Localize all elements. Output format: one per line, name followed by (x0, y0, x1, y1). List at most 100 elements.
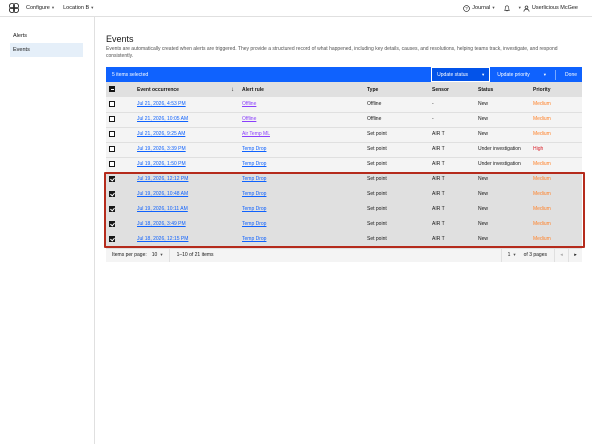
rule-link[interactable]: Temp Drop (242, 191, 266, 197)
sidebar-item-alerts[interactable]: Alerts (10, 29, 83, 43)
rule-link[interactable]: Offline (242, 101, 256, 107)
sensor-cell: - (429, 112, 475, 128)
selected-count: 5 items selected (112, 71, 149, 78)
header-rule[interactable]: Alert rule (239, 82, 364, 97)
next-page-button[interactable]: ▸ (568, 248, 582, 262)
row-checkbox-cell[interactable] (106, 232, 134, 248)
row-checkbox[interactable] (109, 236, 115, 243)
configure-menu[interactable]: Configure ▾ (26, 5, 54, 11)
row-checkbox-cell[interactable] (106, 112, 134, 128)
occurrence-link[interactable]: Jul 19, 2026, 1:50 PM (137, 161, 186, 167)
done-button[interactable]: Done (560, 67, 582, 82)
table-row[interactable]: Jul 19, 2026, 3:39 PM Temp Drop Set point A… (106, 142, 582, 158)
priority-cell: Medium (530, 97, 582, 113)
row-checkbox[interactable] (109, 191, 115, 198)
table-row[interactable]: Jul 19, 2026, 10:11 AM Temp Drop Set point… (106, 202, 582, 218)
rule-link[interactable]: Temp Drop (242, 146, 266, 152)
rule-link[interactable]: Temp Drop (242, 221, 266, 227)
row-checkbox-cell[interactable] (106, 202, 134, 218)
row-checkbox[interactable] (109, 161, 115, 168)
occurrence-link[interactable]: Jul 19, 2026, 10:11 AM (137, 206, 188, 212)
row-checkbox-cell[interactable] (106, 217, 134, 233)
rule-link[interactable]: Temp Drop (242, 161, 266, 167)
row-checkbox-cell[interactable] (106, 187, 134, 203)
top-right-actions: ? Journal ▾ ▾ Userlicious McGee (454, 4, 578, 12)
priority-cell: High (530, 142, 582, 158)
status-cell: New (475, 217, 530, 233)
status-cell: New (475, 202, 530, 218)
row-checkbox-cell[interactable] (106, 157, 134, 173)
sensor-cell: AIR T (429, 232, 475, 248)
row-checkbox-cell[interactable] (106, 172, 134, 188)
update-status-button[interactable]: Update status ▾ (431, 67, 491, 82)
sensor-cell: AIR T (429, 172, 475, 188)
rule-link[interactable]: Offline (242, 116, 256, 122)
header-sensor[interactable]: Sensor (429, 82, 475, 97)
row-checkbox[interactable] (109, 176, 115, 183)
table-row[interactable]: Jul 19, 2026, 1:50 PM Temp Drop Set point A… (106, 157, 582, 173)
update-priority-button[interactable]: Update priority ▾ (492, 67, 551, 82)
header-status[interactable]: Status (475, 82, 530, 97)
bell-icon (503, 5, 510, 11)
occurrence-link[interactable]: Jul 21, 2026, 10:05 AM (137, 116, 188, 122)
select-all-cell[interactable] (106, 82, 134, 97)
header-type[interactable]: Type (364, 82, 429, 97)
chevron-down-icon: ▾ (160, 252, 163, 257)
occurrence-link[interactable]: Jul 18, 2026, 12:15 PM (137, 236, 188, 242)
rule-link[interactable]: Temp Drop (242, 176, 266, 182)
sort-arrow-down-icon[interactable]: ↓ (231, 87, 234, 93)
header-priority[interactable]: Priority (530, 82, 582, 97)
row-checkbox[interactable] (109, 146, 115, 153)
app-logo-icon[interactable] (8, 2, 20, 14)
row-checkbox[interactable] (109, 116, 115, 123)
priority-cell: Medium (530, 112, 582, 128)
row-checkbox[interactable] (109, 100, 115, 107)
occurrence-link[interactable]: Jul 18, 2026, 3:49 PM (137, 221, 186, 227)
select-all-checkbox[interactable] (109, 86, 115, 93)
page-value: 1 (507, 252, 511, 258)
table-row[interactable]: Jul 21, 2026, 9:25 AM Air Temp ML Set poin… (106, 127, 582, 143)
table-row[interactable]: Jul 18, 2026, 12:15 PM Temp Drop Set point… (106, 232, 582, 248)
caret-left-icon: ◂ (560, 252, 563, 258)
priority-cell: Medium (530, 187, 582, 203)
table-row[interactable]: Jul 21, 2026, 4:53 PM Offline Offline - New M… (106, 97, 582, 113)
row-checkbox[interactable] (109, 131, 115, 138)
page-description: Events are automatically created when al… (106, 46, 558, 59)
table-row[interactable]: Jul 18, 2026, 3:49 PM Temp Drop Set point A… (106, 217, 582, 233)
total-pages: of 3 pages (523, 252, 547, 258)
header-occurrence[interactable]: Event occurrence ↓ (134, 82, 239, 97)
svg-text:?: ? (466, 6, 469, 11)
location-menu[interactable]: Location B ▾ (63, 5, 93, 11)
row-checkbox-cell[interactable] (106, 97, 134, 113)
occurrence-link[interactable]: Jul 21, 2026, 9:25 AM (137, 131, 185, 137)
occurrence-link[interactable]: Jul 19, 2026, 3:39 PM (137, 146, 186, 152)
row-checkbox[interactable] (109, 221, 115, 228)
occurrence-link[interactable]: Jul 21, 2026, 4:53 PM (137, 101, 186, 107)
occurrence-link[interactable]: Jul 19, 2026, 10:48 AM (137, 191, 188, 197)
user-menu[interactable]: ▾ Userlicious McGee (519, 5, 578, 12)
rule-link[interactable]: Air Temp ML (242, 131, 270, 137)
occurrence-link[interactable]: Jul 19, 2026, 12:12 PM (137, 176, 188, 182)
table-row[interactable]: Jul 21, 2026, 10:05 AM Offline Offline - New… (106, 112, 582, 128)
items-per-page-select[interactable]: 10 ▾ (152, 248, 170, 262)
priority-cell: Medium (530, 157, 582, 173)
occurrence-cell: Jul 19, 2026, 3:39 PM (134, 142, 239, 158)
table-row[interactable]: Jul 19, 2026, 10:48 AM Temp Drop Set point… (106, 187, 582, 203)
sensor-cell: AIR T (429, 157, 475, 173)
type-cell: Set point (364, 187, 429, 203)
rule-link[interactable]: Temp Drop (242, 206, 266, 212)
row-checkbox-cell[interactable] (106, 142, 134, 158)
sensor-cell: AIR T (429, 202, 475, 218)
caret-right-icon: ▸ (574, 252, 577, 258)
sensor-cell: - (429, 97, 475, 113)
sidebar-item-events[interactable]: Events (10, 43, 83, 57)
notifications-button[interactable] (503, 5, 510, 12)
previous-page-button[interactable]: ◂ (554, 248, 568, 262)
page-select[interactable]: 1 ▾ (500, 248, 522, 262)
page-title: Events (106, 34, 134, 44)
journal-menu[interactable]: ? Journal ▾ (463, 4, 495, 12)
rule-link[interactable]: Temp Drop (242, 236, 266, 242)
row-checkbox-cell[interactable] (106, 127, 134, 143)
row-checkbox[interactable] (109, 206, 115, 213)
table-row[interactable]: Jul 19, 2026, 12:12 PM Temp Drop Set point… (106, 172, 582, 188)
